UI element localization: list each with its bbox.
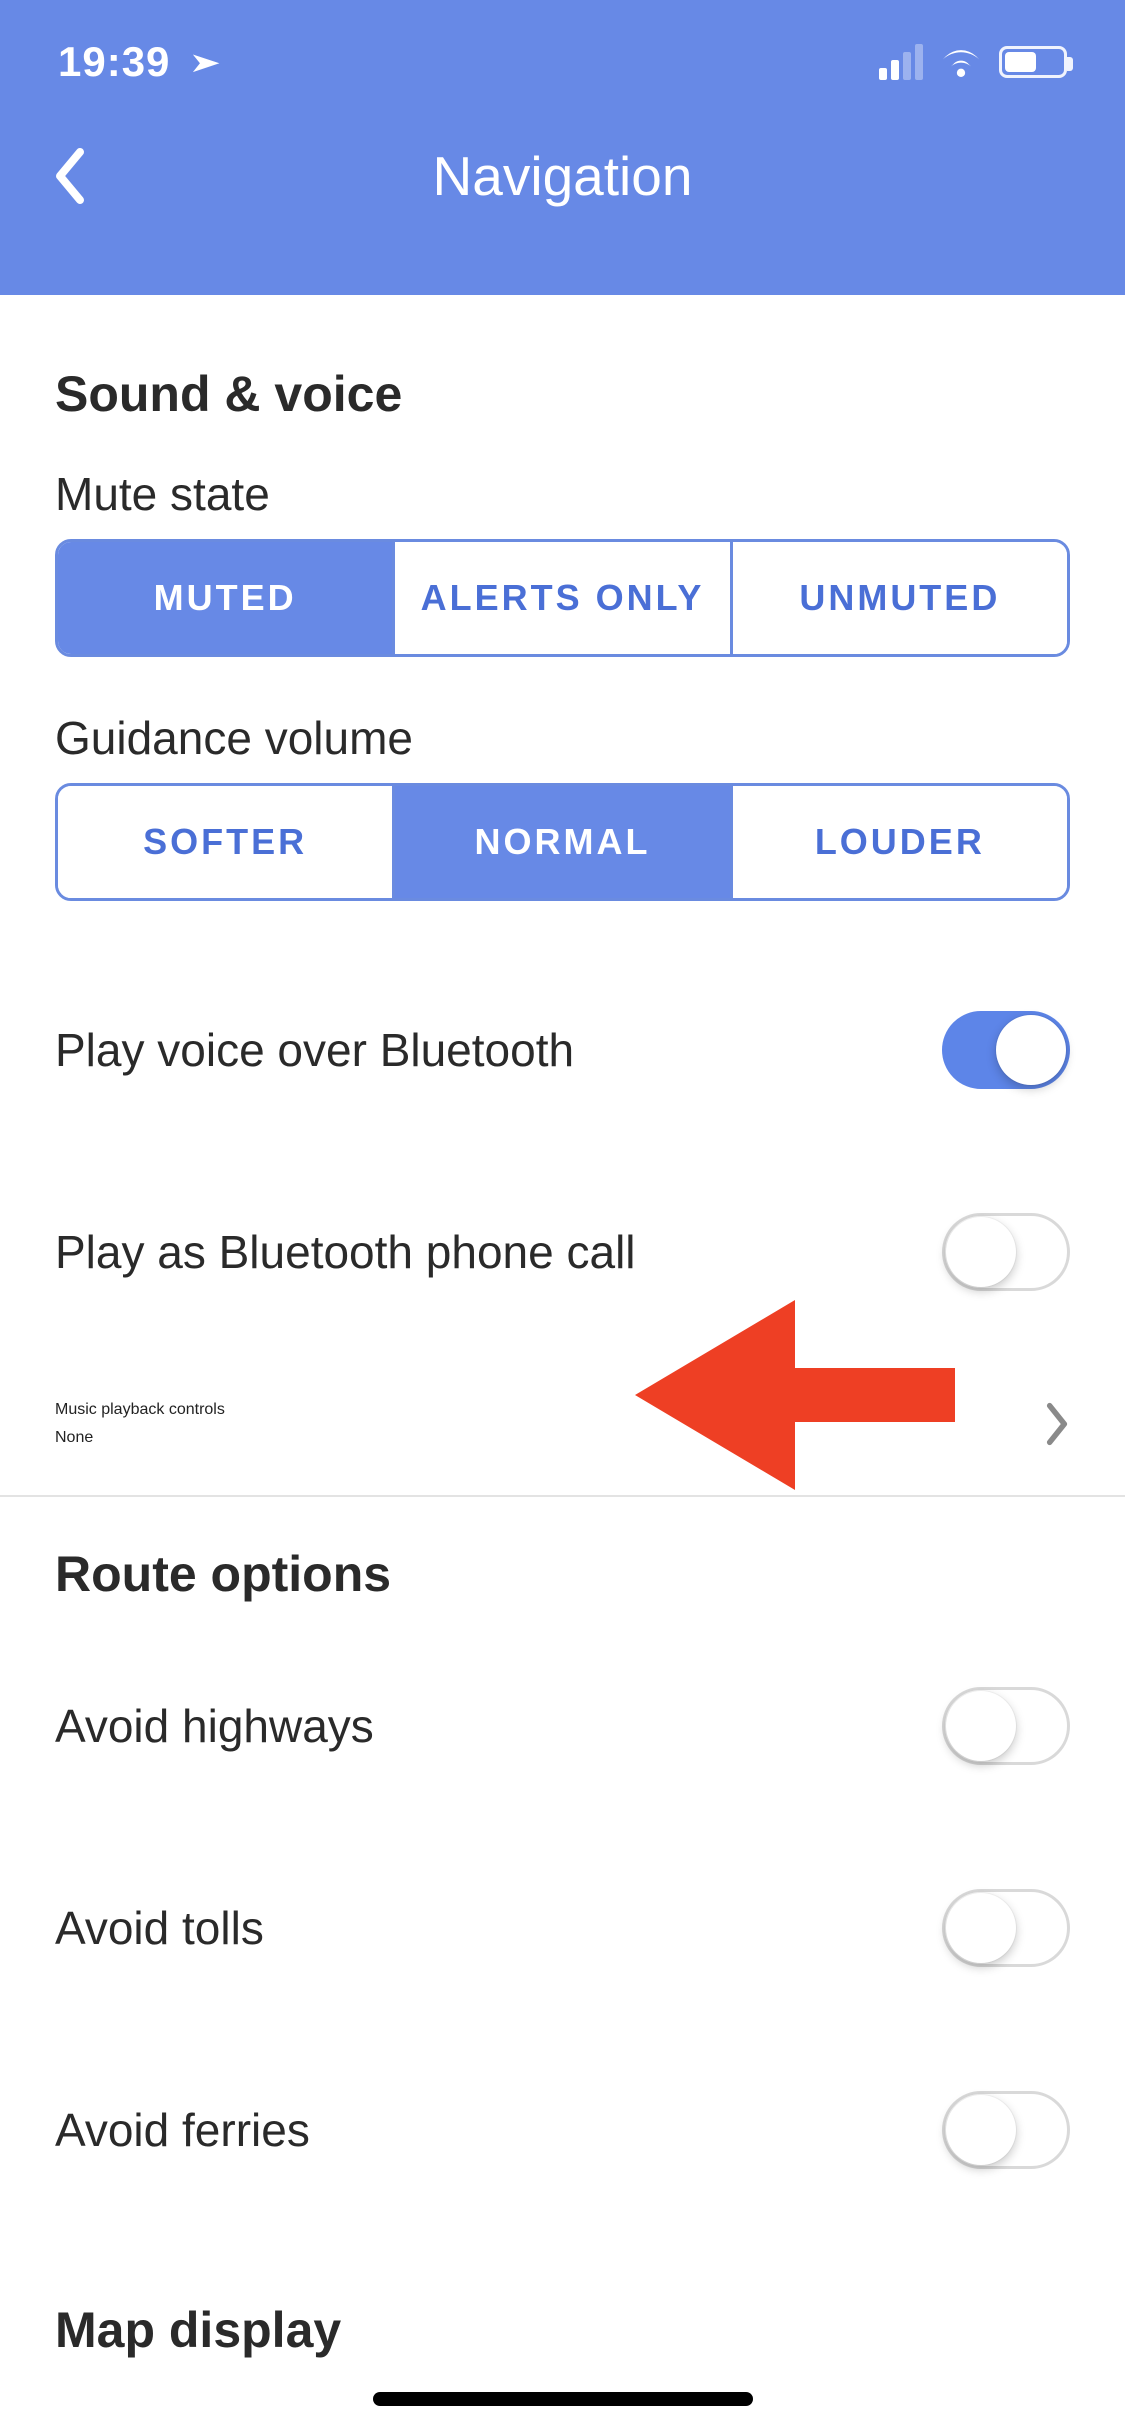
location-arrow-icon [174, 36, 229, 91]
volume-option-louder[interactable]: LOUDER [730, 786, 1067, 898]
page-title: Navigation [433, 144, 693, 208]
guidance-volume-segmented: SOFTER NORMAL LOUDER [55, 783, 1070, 901]
avoid-ferries-label: Avoid ferries [55, 2103, 310, 2157]
volume-option-normal[interactable]: NORMAL [392, 786, 729, 898]
row-music-playback[interactable]: Music playback controls None [0, 1353, 1125, 1497]
avoid-highways-toggle[interactable] [942, 1687, 1070, 1765]
row-play-voice-bluetooth[interactable]: Play voice over Bluetooth [0, 949, 1125, 1151]
mute-option-muted[interactable]: MUTED [58, 542, 392, 654]
status-bar: 19:39 [0, 0, 1125, 86]
section-sound-voice: Sound & voice [0, 295, 1125, 445]
header-bar: 19:39 Navigation [0, 0, 1125, 295]
status-time: 19:39 [58, 38, 170, 86]
phonecall-label: Play as Bluetooth phone call [55, 1225, 636, 1279]
avoid-tolls-label: Avoid tolls [55, 1901, 264, 1955]
avoid-highways-label: Avoid highways [55, 1699, 374, 1753]
wifi-icon [941, 47, 981, 77]
row-play-as-phone-call[interactable]: Play as Bluetooth phone call [0, 1151, 1125, 1353]
content: Sound & voice Mute state MUTED ALERTS ON… [0, 295, 1125, 2381]
music-playback-value: None [55, 1429, 225, 1447]
bluetooth-toggle[interactable] [942, 1011, 1070, 1089]
mute-state-label: Mute state [0, 445, 1125, 539]
chevron-right-icon [1044, 1402, 1070, 1446]
battery-icon [999, 46, 1067, 78]
volume-option-softer[interactable]: SOFTER [58, 786, 392, 898]
mute-option-alerts[interactable]: ALERTS ONLY [392, 542, 729, 654]
avoid-tolls-toggle[interactable] [942, 1889, 1070, 1967]
home-indicator[interactable] [373, 2392, 753, 2406]
row-avoid-highways[interactable]: Avoid highways [0, 1625, 1125, 1827]
back-button[interactable] [40, 146, 100, 206]
section-map-display: Map display [0, 2231, 1125, 2381]
music-playback-label: Music playback controls [55, 1401, 225, 1419]
phonecall-toggle[interactable] [942, 1213, 1070, 1291]
cell-signal-icon [879, 44, 923, 80]
section-route-options: Route options [0, 1497, 1125, 1625]
mute-state-segmented: MUTED ALERTS ONLY UNMUTED [55, 539, 1070, 657]
row-avoid-tolls[interactable]: Avoid tolls [0, 1827, 1125, 2029]
bluetooth-label: Play voice over Bluetooth [55, 1023, 574, 1077]
mute-option-unmuted[interactable]: UNMUTED [730, 542, 1067, 654]
row-avoid-ferries[interactable]: Avoid ferries [0, 2029, 1125, 2231]
guidance-volume-label: Guidance volume [0, 689, 1125, 783]
avoid-ferries-toggle[interactable] [942, 2091, 1070, 2169]
